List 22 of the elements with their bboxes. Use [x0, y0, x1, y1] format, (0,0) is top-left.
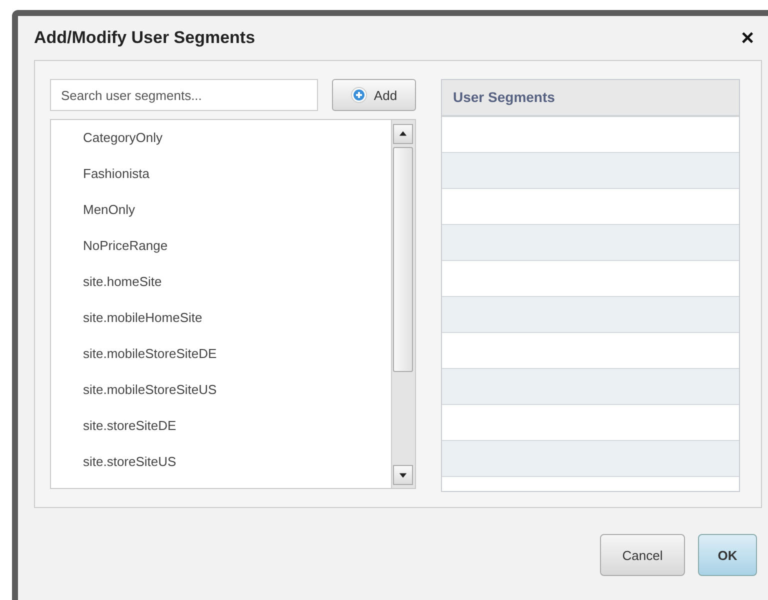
segment-item[interactable]: site.homeSite: [51, 264, 391, 300]
cancel-button[interactable]: Cancel: [600, 534, 685, 576]
column-header: User Segments: [442, 80, 739, 117]
scroll-thumb[interactable]: [393, 147, 413, 372]
segment-item[interactable]: site.storeSiteUS: [51, 444, 391, 480]
segment-item[interactable]: site.mobileHomeSite: [51, 300, 391, 336]
segment-item[interactable]: NoPriceRange: [51, 228, 391, 264]
segment-item[interactable]: MenOnly: [51, 192, 391, 228]
segment-item[interactable]: site.mobileStoreSiteDE: [51, 336, 391, 372]
segment-item[interactable]: site.mobileStoreSiteUS: [51, 372, 391, 408]
search-field[interactable]: Search user segments...: [50, 79, 318, 111]
scroll-down-icon[interactable]: [393, 465, 413, 485]
close-button[interactable]: ×: [741, 27, 754, 49]
plus-icon: [350, 87, 367, 103]
segment-item[interactable]: CategoryOnly: [51, 120, 391, 156]
segment-item[interactable]: site.storeSiteDE: [51, 408, 391, 444]
add-button[interactable]: Add: [332, 79, 416, 111]
ok-button[interactable]: OK: [698, 534, 757, 576]
segment-item[interactable]: Fashionista: [51, 156, 391, 192]
dialog-title: Add/Modify User Segments: [34, 28, 256, 48]
scrollbar[interactable]: [391, 120, 415, 488]
scroll-up-icon[interactable]: [393, 124, 413, 144]
